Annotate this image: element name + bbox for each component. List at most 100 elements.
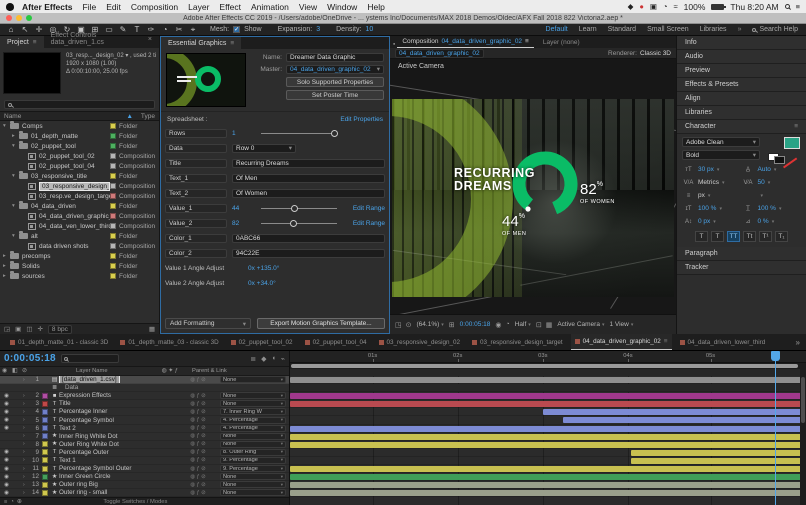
layer-visibility-toggle[interactable]: ◉ [2, 417, 11, 423]
twirl-icon[interactable]: ▾ [12, 203, 19, 209]
layer-name[interactable]: Text 1 [59, 457, 176, 464]
parent-link-dropdown[interactable]: 9. Percentage▾ [220, 465, 286, 472]
comp-mini-flowchart-icon[interactable]: ≣ [250, 355, 256, 363]
layer-name[interactable]: Inner Ring White Dot [59, 433, 176, 440]
search-help[interactable]: Search Help [752, 26, 798, 33]
layer-name[interactable]: Inner Green Circle [59, 473, 176, 480]
menu-file[interactable]: File [83, 2, 97, 12]
property-dropdown[interactable]: Row 0▾ [232, 144, 296, 153]
layer-row[interactable]: ◉›11TPercentage Symbol Outer◍ ƒ ⊘9. Perc… [0, 465, 289, 473]
layer-name[interactable]: Data [59, 384, 176, 391]
workspace-learn[interactable]: Learn [579, 26, 597, 33]
layer-visibility-toggle[interactable]: ◉ [2, 409, 11, 415]
layer-track-row[interactable] [290, 408, 806, 416]
property-input[interactable]: 0ABC66 [232, 234, 385, 243]
layer-label-chip[interactable] [42, 482, 48, 488]
panel-paragraph[interactable]: Paragraph [677, 247, 806, 261]
layer-visibility-toggle[interactable]: ◉ [2, 393, 11, 399]
layer-switches[interactable]: ◍ ƒ ⊘ [176, 401, 220, 407]
property-slider[interactable] [261, 204, 337, 213]
layer-duration-bar[interactable] [290, 466, 806, 472]
snapshot-icon[interactable]: ◉ [495, 321, 501, 329]
twirl-icon[interactable]: ▾ [12, 233, 19, 239]
project-item[interactable]: data driven shotsComposition [0, 241, 159, 251]
property-value[interactable]: 0x +34.0° [248, 280, 276, 287]
parent-link-dropdown[interactable]: None▾ [220, 489, 286, 496]
tab-project[interactable]: Project≡ [0, 36, 44, 48]
renderer-value[interactable]: Classic 3D [640, 50, 671, 57]
layer-switches[interactable]: ◍ ƒ ⊘ [176, 449, 220, 455]
layer-duration-bar[interactable] [290, 401, 806, 407]
layer-duration-bar[interactable] [290, 482, 806, 488]
layer-duration-bar[interactable] [290, 442, 806, 448]
project-item[interactable]: ▾altFolder [0, 231, 159, 241]
layer-label-chip[interactable] [42, 490, 48, 496]
label-color-chip[interactable] [110, 243, 116, 249]
timeline-tab[interactable]: 02_puppet_tool_02 [227, 334, 297, 351]
timeline-track-area[interactable]: 01s02s03s04s05s [290, 351, 806, 505]
layer-duration-bar[interactable] [290, 426, 806, 432]
layer-label-chip[interactable] [42, 466, 48, 472]
layer-twirl-icon[interactable]: › [23, 449, 30, 455]
layer-track-row[interactable] [290, 449, 806, 457]
property-value[interactable]: 0x +135.0° [248, 265, 279, 272]
layer-name[interactable]: Title [59, 400, 176, 407]
edit-properties-link[interactable]: Edit Properties [340, 116, 383, 123]
layer-duration-bar[interactable] [290, 490, 806, 496]
label-color-chip[interactable] [110, 253, 116, 259]
layer-visibility-toggle[interactable]: ◉ [2, 457, 11, 463]
twirl-icon[interactable]: ▸ [3, 253, 10, 259]
layer-row[interactable]: ›7★Inner Ring White Dot◍ ƒ ⊘None▾ [0, 433, 289, 441]
mesh-show-checkbox[interactable]: ✓ [233, 26, 240, 33]
layer-twirl-icon[interactable]: › [23, 490, 30, 496]
layer-name[interactable]: Percentage Outer [59, 449, 176, 456]
fill-stroke-swatches[interactable] [766, 137, 800, 161]
layer-track-row[interactable] [290, 441, 806, 449]
layer-duration-bar[interactable] [290, 434, 806, 440]
tsume-control[interactable]: ⊿0 %▾ [742, 215, 802, 228]
layer-row[interactable]: ›1▤[data_driven_1.csv]◍ ƒ ⊘None▾ [0, 376, 289, 384]
layer-duration-bar[interactable] [631, 450, 806, 456]
view-layout-dropdown[interactable]: 1 View▾ [609, 321, 633, 328]
apple-menu-icon[interactable] [6, 3, 14, 11]
export-motion-graphics-template-button[interactable]: Export Motion Graphics Template... [257, 318, 385, 329]
layer-track-row[interactable] [290, 489, 806, 497]
label-color-chip[interactable] [110, 263, 116, 269]
layer-label-chip[interactable] [42, 425, 48, 431]
new-folder-icon[interactable]: ▣ [15, 325, 21, 333]
project-search-input[interactable] [4, 100, 155, 109]
parent-link-dropdown[interactable]: None▾ [220, 481, 286, 488]
parent-link-dropdown[interactable]: None▾ [220, 400, 286, 407]
layer-track-row[interactable] [290, 376, 806, 384]
layer-duration-bar[interactable] [290, 474, 806, 480]
fill-color-swatch[interactable] [784, 137, 800, 149]
slider-knob[interactable] [290, 220, 297, 227]
composition-viewport[interactable]: RECURRING DREAMS 44% OF MEN 82% OF WOMEN… [390, 59, 676, 314]
label-color-chip[interactable] [110, 123, 116, 129]
draft-3d-icon[interactable]: ◆ [261, 355, 266, 363]
parent-link-column-header[interactable]: Parent & Link [192, 368, 227, 374]
show-channel-icon[interactable]: ◔ [506, 321, 510, 329]
roto-brush-tool[interactable]: ✂ [174, 25, 184, 35]
panel-character[interactable]: Character≡ [677, 120, 806, 134]
layer-label-chip[interactable] [42, 393, 48, 399]
workspace-overflow[interactable]: » [738, 26, 742, 33]
layer-label-chip[interactable] [42, 417, 48, 423]
layer-visibility-toggle[interactable]: ◉ [2, 425, 11, 431]
layer-twirl-icon[interactable]: › [23, 425, 30, 431]
layer-track-row[interactable] [290, 433, 806, 441]
property-slider[interactable] [261, 219, 337, 228]
menu-composition[interactable]: Composition [131, 2, 178, 12]
timeline-tab[interactable]: 01_depth_matte_01 - classic 3D [6, 334, 112, 351]
project-item[interactable]: ▾03_responsive_titleFolder [0, 171, 159, 181]
layer-label-chip[interactable] [42, 449, 48, 455]
project-item[interactable]: ▸01_depth_matteFolder [0, 131, 159, 141]
label-color-chip[interactable] [110, 163, 116, 169]
font-size-control[interactable]: тT30 px▾ [682, 163, 742, 176]
label-color-chip[interactable] [110, 273, 116, 279]
status-display-icon[interactable]: ▣ [650, 2, 657, 11]
vertical-scale-control[interactable]: ɪT100 %▾ [682, 202, 742, 215]
parent-link-dropdown[interactable]: 7. Inner Ring W▾ [220, 408, 286, 415]
menu-help[interactable]: Help [367, 2, 384, 12]
timeline-tab[interactable]: 03_responsive_design_target [468, 334, 567, 351]
